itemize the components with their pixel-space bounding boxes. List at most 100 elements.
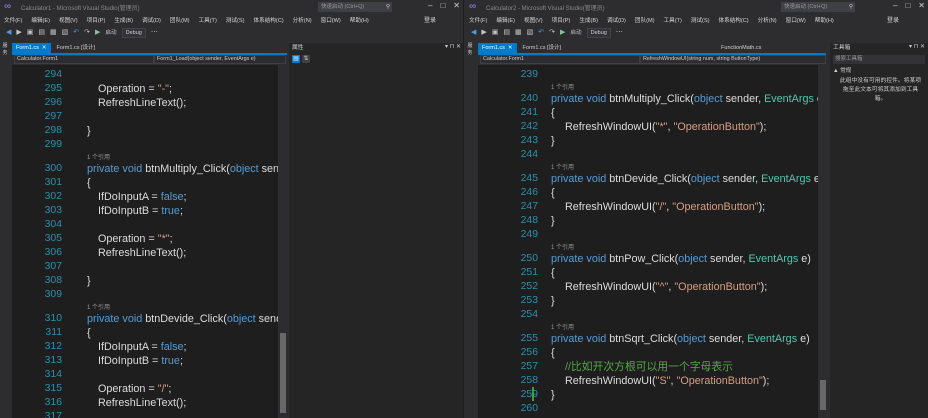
close-icon[interactable]: ✕ (918, 1, 925, 10)
alphabetical-icon[interactable]: ⇅ (302, 55, 310, 63)
menu-build[interactable]: 生成(B) (579, 16, 598, 24)
window-title: Calculator1 - Microsoft Visual Studio(管理… (21, 5, 140, 12)
back-icon[interactable]: ◀ (471, 28, 476, 38)
menu-view[interactable]: 视图(V) (59, 16, 78, 24)
code-line: 247 RefreshWindowUI("/", "OperationButton… (478, 200, 818, 214)
menu-project[interactable]: 项目(P) (87, 16, 106, 24)
code-editor[interactable]: 239 1 个引用 240 private void btnMultiply_Clic… (478, 65, 818, 418)
close-icon[interactable]: ✕ (453, 1, 460, 10)
menu-window[interactable]: 窗口(W) (321, 16, 341, 24)
quick-launch-input[interactable]: 快速启动 (Ctrl+Q) ⚲ (318, 2, 392, 12)
save-icon[interactable]: ▦ (50, 28, 57, 38)
save-all-icon[interactable]: ▧ (527, 28, 534, 38)
member-dropdown[interactable]: Form1_Load(object sender, EventArgs e) (154, 55, 286, 64)
maximize-icon[interactable]: □ (905, 1, 910, 10)
line-number: 253 (520, 295, 538, 306)
menu-build[interactable]: 生成(B) (114, 16, 133, 24)
window-controls: – □ ✕ (893, 1, 925, 10)
menu-edit[interactable]: 编辑(E) (496, 16, 515, 24)
panel-pin-close-icon[interactable]: ▾ ⊓ ✕ (909, 43, 925, 50)
toolbox-search-input[interactable]: 搜索工具箱 (833, 55, 925, 64)
menu-file[interactable]: 文件(F) (4, 16, 22, 24)
menu-tools[interactable]: 工具(T) (664, 16, 682, 24)
menu-architecture[interactable]: 体系结构(C) (719, 16, 749, 24)
redo-icon[interactable]: ↷ (549, 28, 555, 38)
menu-help[interactable]: 帮助(H) (815, 16, 834, 24)
line-number: 298 (44, 125, 62, 136)
new-project-icon[interactable]: ▣ (27, 28, 34, 38)
minimize-icon[interactable]: – (893, 1, 897, 10)
start-button[interactable]: 启动 (570, 28, 581, 38)
code-editor[interactable]: 294 295 Operation = "-"; 296 RefreshLineText… (12, 65, 278, 418)
code-text: { (551, 107, 555, 119)
menu-test[interactable]: 测试(S) (691, 16, 710, 24)
menu-tools[interactable]: 工具(T) (199, 16, 217, 24)
close-tab-icon[interactable]: ✕ (508, 45, 513, 51)
save-icon[interactable]: ▦ (515, 28, 522, 38)
quick-launch-input[interactable]: 快速启动 (Ctrl+Q) ⚲ (781, 2, 855, 12)
code-line: 239 (478, 68, 818, 82)
menu-architecture[interactable]: 体系结构(C) (254, 16, 284, 24)
line-number: 243 (520, 135, 538, 146)
toolbar-misc-icon[interactable]: ⋯ (616, 28, 623, 38)
menu-view[interactable]: 视图(V) (524, 16, 543, 24)
solution-config-dropdown[interactable]: Debug (121, 27, 146, 38)
server-explorer-side-tab[interactable]: 服务 (1, 43, 9, 57)
menu-edit[interactable]: 编辑(E) (31, 16, 50, 24)
menu-debug[interactable]: 调试(D) (607, 16, 626, 24)
categorized-icon[interactable]: ▤ (292, 55, 300, 63)
menu-analyze[interactable]: 分析(N) (758, 16, 777, 24)
line-number: 297 (44, 111, 62, 122)
forward-icon[interactable]: ▶ (16, 28, 21, 38)
start-button[interactable]: 启动 (105, 28, 116, 38)
login-link[interactable]: 登录 (887, 15, 899, 24)
editor-scrollbar[interactable] (818, 65, 828, 418)
start-icon[interactable]: ▶ (560, 28, 565, 38)
code-text: { (87, 327, 91, 339)
solution-config-dropdown[interactable]: Debug (586, 27, 611, 38)
back-icon[interactable]: ◀ (6, 28, 11, 38)
open-file-icon[interactable]: ▤ (38, 28, 45, 38)
code-line: 245 private void btnDevide_Click(object s… (478, 172, 818, 186)
scrollbar-thumb[interactable] (280, 333, 286, 413)
menu-window[interactable]: 窗口(W) (786, 16, 806, 24)
menu-team[interactable]: 团队(M) (635, 16, 655, 24)
menu-file[interactable]: 文件(F) (469, 16, 487, 24)
toolbar-misc-icon[interactable]: ⋯ (151, 28, 158, 38)
minimize-icon[interactable]: – (428, 1, 432, 10)
line-number: 300 (44, 163, 62, 174)
menu-debug[interactable]: 调试(D) (142, 16, 161, 24)
code-text: IfDoInputB = true; (98, 355, 183, 367)
login-link[interactable]: 登录 (424, 15, 436, 24)
redo-icon[interactable]: ↷ (84, 28, 90, 38)
menu-help[interactable]: 帮助(H) (350, 16, 369, 24)
undo-icon[interactable]: ↶ (538, 28, 544, 38)
start-icon[interactable]: ▶ (95, 28, 100, 38)
code-text: //比如开次方根可以用一个字母表示 (565, 361, 733, 373)
undo-icon[interactable]: ↶ (73, 28, 79, 38)
menu-team[interactable]: 团队(M) (170, 16, 190, 24)
menu-analyze[interactable]: 分析(N) (293, 16, 312, 24)
editor-scrollbar[interactable] (278, 65, 288, 418)
menu-project[interactable]: 项目(P) (552, 16, 571, 24)
standard-toolbar: ◀ ▶ ▣ ▤ ▦ ▧ ↶ ↷ ▶ 启动 Debug ⋯ (465, 25, 928, 40)
class-dropdown[interactable]: Calculator.Form1 (480, 55, 640, 64)
code-text: Operation = "*"; (98, 233, 173, 245)
member-dropdown[interactable]: RefreshWindowUI(string num, string Butto… (640, 55, 826, 64)
close-tab-icon[interactable]: ✕ (42, 45, 47, 51)
forward-icon[interactable]: ▶ (481, 28, 486, 38)
save-all-icon[interactable]: ▧ (62, 28, 69, 38)
class-dropdown[interactable]: Calculator.Form1 (14, 55, 154, 64)
code-line: 316 RefreshLineText(); (12, 396, 278, 410)
line-number: 240 (520, 93, 538, 104)
toolbox-group-general[interactable]: ▲ 常规 (833, 66, 851, 74)
code-line: 313 IfDoInputB = true; (12, 354, 278, 368)
new-project-icon[interactable]: ▣ (492, 28, 499, 38)
code-line: 256 { (478, 346, 818, 360)
server-explorer-side-tab[interactable]: 服务 (466, 43, 474, 57)
scrollbar-thumb[interactable] (820, 380, 826, 410)
menu-test[interactable]: 测试(S) (226, 16, 245, 24)
panel-pin-close-icon[interactable]: ▾ ⊓ ✕ (445, 43, 461, 50)
maximize-icon[interactable]: □ (440, 1, 445, 10)
open-file-icon[interactable]: ▤ (503, 28, 510, 38)
